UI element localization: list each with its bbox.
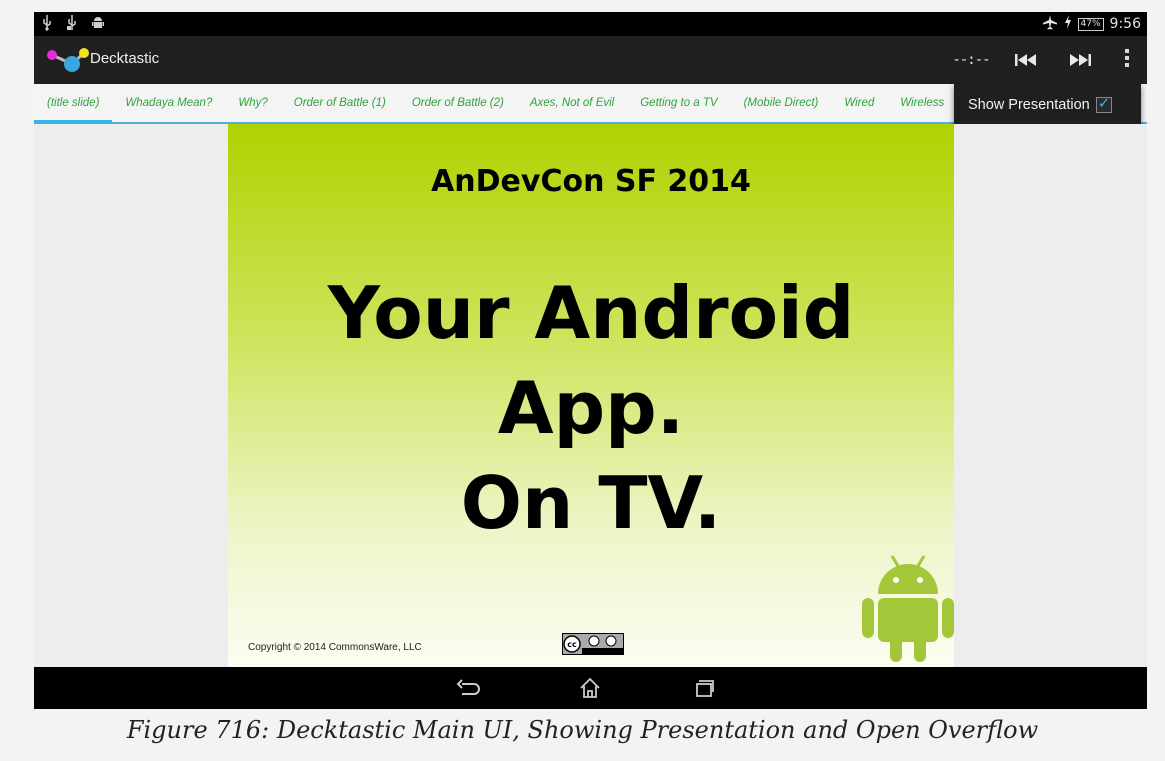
creative-commons-badge-icon: cc [562,633,624,655]
tab-slide-6[interactable]: Getting to a TV [627,84,730,122]
battery-level: 47% [1077,17,1104,31]
android-debug-icon [92,15,104,35]
svg-text:cc: cc [567,640,577,649]
tab-slide-9[interactable]: Wireless [887,84,957,122]
slide-conference-title: AnDevCon SF 2014 [431,164,751,199]
next-slide-button[interactable] [1053,36,1107,84]
back-button[interactable] [454,675,482,701]
tab-slide-1[interactable]: Whadaya Mean? [112,84,225,122]
slide-copyright: Copyright © 2014 CommonsWare, LLC [248,642,422,653]
overflow-menu[interactable]: Show Presentation [954,84,1141,126]
overflow-menu-button[interactable] [1107,36,1147,84]
back-icon [454,679,482,705]
recent-apps-icon [690,680,718,705]
skip-previous-icon [1015,51,1037,70]
recent-apps-button[interactable] [690,675,718,701]
android-robot-icon [860,550,954,664]
usb-debug-icon [66,15,78,35]
tab-slide-2[interactable]: Why? [225,84,280,122]
headline-line-2: App. [497,366,685,450]
slide-viewer: AnDevCon SF 2014 Your Android App. On TV… [34,124,1147,667]
status-bar: 47% 9:56 [34,12,1147,36]
overflow-menu-icon [1124,48,1130,72]
home-icon [576,677,604,705]
slide-headline: Your Android App. On TV. [228,266,954,551]
action-bar: Decktastic --:-- [34,36,1147,84]
figure-caption: Figure 716: Decktastic Main UI, Showing … [126,716,1039,744]
device-screen: 47% 9:56 Decktastic --:-- (title slide) … [34,12,1147,709]
airplane-mode-icon [1042,14,1058,34]
show-presentation-checkbox[interactable] [1095,94,1112,113]
current-slide[interactable]: AnDevCon SF 2014 Your Android App. On TV… [228,124,954,667]
headline-line-1: Your Android [327,271,855,355]
tab-slide-5[interactable]: Axes, Not of Evil [517,84,627,122]
action-bar-actions: --:-- [943,36,1147,84]
status-right-icons: 47% 9:56 [1042,14,1141,34]
tab-slide-0[interactable]: (title slide) [34,84,113,124]
show-presentation-label: Show Presentation [968,97,1090,113]
previous-slide-button[interactable] [999,36,1053,84]
tab-slide-4[interactable]: Order of Battle (2) [399,84,517,122]
home-button[interactable] [576,675,604,701]
app-title: Decktastic [90,50,160,67]
skip-next-icon [1069,51,1091,70]
status-left-icons [42,15,104,35]
tab-strip: (title slide) Whadaya Mean? Why? Order of B… [34,84,994,124]
charging-icon [1064,15,1072,33]
tab-slide-3[interactable]: Order of Battle (1) [281,84,399,122]
tab-slide-8[interactable]: Wired [831,84,887,122]
clock: 9:56 [1109,16,1141,32]
navigation-bar [34,667,1147,709]
usb-icon [42,15,52,35]
app-logo-icon[interactable] [46,46,90,74]
presentation-timer[interactable]: --:-- [943,36,999,84]
tab-slide-7[interactable]: (Mobile Direct) [731,84,832,122]
headline-line-3: On TV. [460,461,722,545]
